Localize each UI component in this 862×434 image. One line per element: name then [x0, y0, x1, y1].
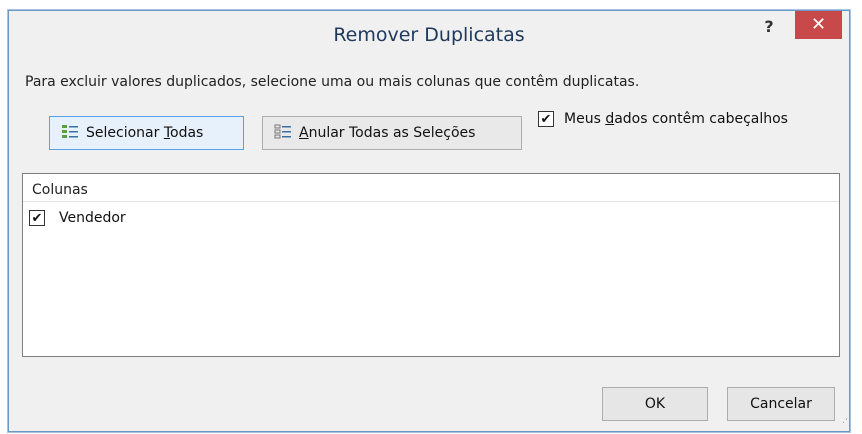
close-button[interactable]: ✕ — [795, 11, 842, 39]
select-all-icon — [60, 123, 80, 143]
ok-button[interactable]: OK — [602, 387, 708, 421]
select-all-button[interactable]: Selecionar Todas — [49, 116, 244, 150]
column-checkbox[interactable]: ✔ — [29, 210, 45, 226]
cancel-button[interactable]: Cancelar — [727, 387, 835, 421]
list-item[interactable]: ✔ Vendedor — [29, 210, 126, 226]
columns-header: Colunas — [23, 174, 839, 202]
dialog-title: Remover Duplicatas — [9, 24, 849, 46]
headers-checkbox-label: Meus dados contêm cabeçalhos — [564, 111, 788, 127]
column-label: Vendedor — [59, 210, 126, 226]
instructions-text: Para excluir valores duplicados, selecio… — [25, 74, 639, 90]
resize-grip-icon[interactable]: ⋰ — [842, 415, 852, 425]
unselect-all-label: Anular Todas as Seleções — [299, 125, 475, 141]
columns-listbox[interactable]: Colunas ✔ Vendedor — [22, 173, 840, 357]
help-button[interactable]: ? — [754, 14, 784, 40]
headers-checkbox[interactable]: ✔ — [538, 111, 554, 127]
unselect-all-button[interactable]: Anular Todas as Seleções — [262, 116, 522, 150]
unselect-all-icon — [273, 123, 293, 143]
select-all-label: Selecionar Todas — [86, 125, 203, 141]
headers-checkbox-row[interactable]: ✔ Meus dados contêm cabeçalhos — [538, 111, 788, 127]
title-bar: Remover Duplicatas ? ✕ — [9, 11, 849, 63]
